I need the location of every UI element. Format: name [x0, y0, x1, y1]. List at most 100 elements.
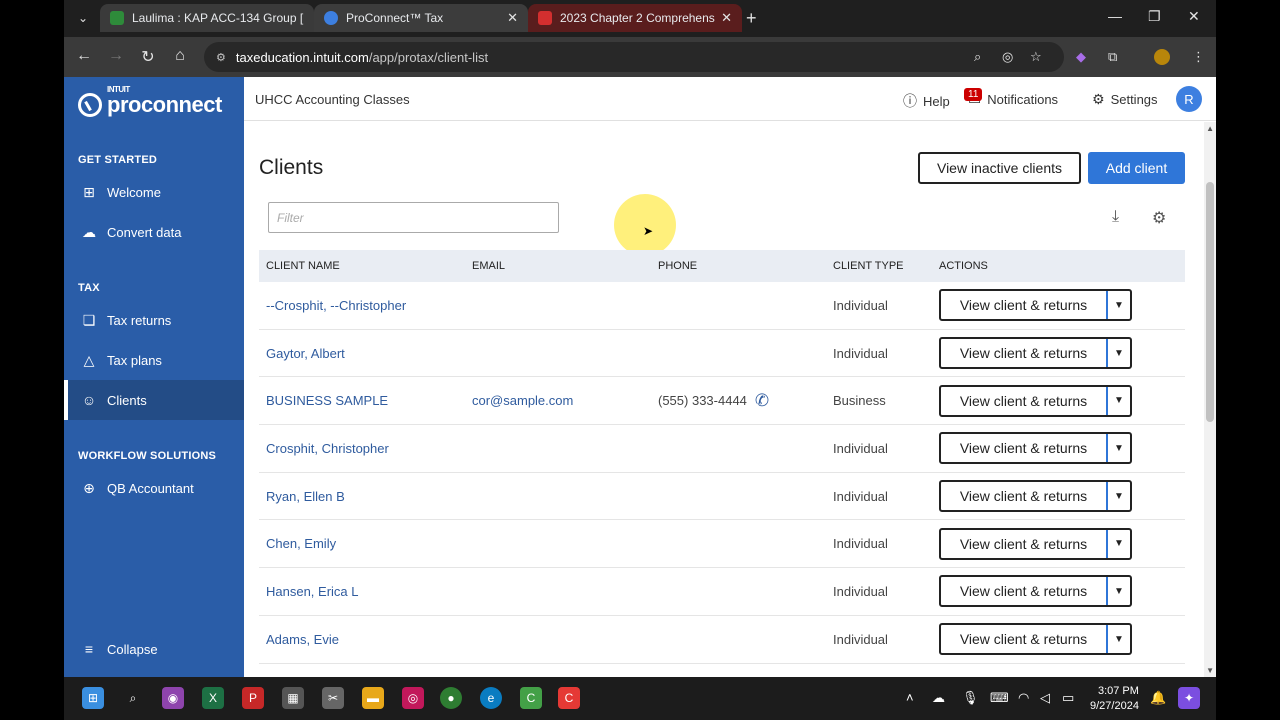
- restore-icon[interactable]: ❐: [1148, 8, 1161, 25]
- snipping-tool-icon[interactable]: ✂: [322, 687, 344, 709]
- copilot-icon[interactable]: ✦: [1178, 687, 1200, 709]
- user-avatar[interactable]: R: [1176, 86, 1202, 112]
- close-tab-icon[interactable]: ✕: [721, 10, 732, 26]
- column-header-phone[interactable]: PHONE: [651, 260, 826, 272]
- edge-icon[interactable]: e: [480, 687, 502, 709]
- start-icon[interactable]: ⊞: [82, 687, 104, 709]
- proconnect-logo[interactable]: INTUIT proconnect: [78, 86, 222, 117]
- column-header-email[interactable]: EMAIL: [465, 260, 651, 272]
- microphone-icon[interactable]: 🎙: [962, 690, 979, 706]
- camtasia-red-icon[interactable]: C: [558, 687, 580, 709]
- pdf-app-icon[interactable]: P: [242, 687, 264, 709]
- add-client-button[interactable]: Add client: [1088, 152, 1185, 184]
- table-row: Gaytor, Albert Individual View client & …: [259, 330, 1185, 378]
- help-button[interactable]: ⓘ Help: [903, 91, 950, 111]
- client-name-link[interactable]: --Crosphit, --Christopher: [266, 298, 406, 313]
- sidebar-item-convert-data[interactable]: ☁ Convert data: [64, 212, 244, 252]
- chevron-down-icon[interactable]: ▼: [1108, 577, 1130, 605]
- scroll-up-icon[interactable]: ▲: [1206, 124, 1214, 133]
- client-name-link[interactable]: BUSINESS SAMPLE: [266, 393, 388, 408]
- url-path: /app/protax/client-list: [368, 49, 489, 65]
- chevron-down-icon[interactable]: ▼: [1108, 387, 1130, 415]
- sidebar-item-welcome[interactable]: ⊞ Welcome: [64, 172, 244, 212]
- calculator-icon[interactable]: ▦: [282, 687, 304, 709]
- client-name-link[interactable]: Crosphit, Christopher: [266, 441, 389, 456]
- extension-tw-icon[interactable]: ◆: [1076, 49, 1086, 65]
- app-red-icon[interactable]: ◎: [402, 687, 424, 709]
- taskbar-clock[interactable]: 3:07 PM 9/27/2024: [1090, 684, 1139, 714]
- table-settings-gear-icon[interactable]: ⚙: [1152, 208, 1166, 228]
- chevron-down-icon[interactable]: ▼: [1108, 291, 1130, 319]
- more-menu-icon[interactable]: ⋮: [1192, 49, 1205, 65]
- filter-input[interactable]: [268, 202, 559, 233]
- wifi-icon[interactable]: ◠: [1018, 690, 1029, 706]
- chrome-icon[interactable]: ●: [440, 687, 462, 709]
- address-bar[interactable]: ⚙ taxeducation.intuit.com/app/protax/cli…: [204, 42, 1064, 72]
- tracking-protection-icon[interactable]: ◎: [1002, 49, 1013, 65]
- tab-search-icon[interactable]: ⌄: [72, 8, 94, 28]
- scroll-down-icon[interactable]: ▼: [1206, 666, 1214, 675]
- back-icon[interactable]: ←: [74, 47, 94, 65]
- keyboard-icon[interactable]: ⌨: [990, 690, 1009, 706]
- file-explorer-icon[interactable]: ▬: [362, 687, 384, 709]
- onedrive-icon[interactable]: ☁: [932, 690, 945, 706]
- clock-time: 3:07 PM: [1097, 685, 1139, 697]
- collapse-button[interactable]: ≡ Collapse: [64, 629, 244, 669]
- client-name-link[interactable]: Gaytor, Albert: [266, 346, 345, 361]
- close-window-icon[interactable]: ✕: [1188, 8, 1200, 25]
- browser-tab-laulima[interactable]: Laulima : KAP ACC-134 Group [: [100, 4, 314, 32]
- copilot-app-icon[interactable]: ◉: [162, 687, 184, 709]
- reload-icon[interactable]: ↻: [138, 47, 158, 67]
- scroll-thumb[interactable]: [1206, 182, 1214, 422]
- browser-tab-proconnect[interactable]: ProConnect™ Tax ✕: [314, 4, 528, 32]
- chevron-down-icon[interactable]: ▼: [1108, 530, 1130, 558]
- extensions-puzzle-icon[interactable]: ⧉: [1108, 49, 1117, 65]
- column-header-client-name[interactable]: CLIENT NAME: [259, 260, 465, 272]
- volume-icon[interactable]: ◁: [1040, 690, 1050, 706]
- client-name-link[interactable]: Chen, Emily: [266, 536, 336, 551]
- view-client-returns-button[interactable]: View client & returns: [941, 434, 1108, 463]
- excel-icon[interactable]: X: [202, 687, 224, 709]
- column-header-client-type[interactable]: CLIENT TYPE: [826, 260, 932, 272]
- view-client-returns-button[interactable]: View client & returns: [941, 482, 1108, 511]
- tray-chevron-icon[interactable]: ˄: [906, 690, 914, 705]
- browser-tab-pdf[interactable]: 2023 Chapter 2 Comprehensive ✕: [528, 4, 742, 32]
- client-name-link[interactable]: Adams, Evie: [266, 632, 339, 647]
- profile-avatar-icon[interactable]: [1154, 49, 1170, 65]
- search-icon[interactable]: ⌕: [122, 687, 144, 709]
- chevron-down-icon[interactable]: ▼: [1108, 339, 1130, 367]
- view-client-returns-button[interactable]: View client & returns: [941, 386, 1108, 415]
- bookmark-star-icon[interactable]: ☆: [1030, 49, 1042, 65]
- notification-bell-icon[interactable]: 🔔: [1150, 690, 1166, 706]
- sidebar-item-tax-plans[interactable]: △ Tax plans: [64, 340, 244, 380]
- camtasia-green-icon[interactable]: C: [520, 687, 542, 709]
- client-name-link[interactable]: Hansen, Erica L: [266, 584, 359, 599]
- sidebar-item-qb-accountant[interactable]: ⊕ QB Accountant: [64, 468, 244, 508]
- view-client-returns-button[interactable]: View client & returns: [941, 291, 1108, 320]
- close-tab-icon[interactable]: ✕: [507, 10, 518, 26]
- minimize-icon[interactable]: —: [1108, 8, 1122, 24]
- settings-button[interactable]: ⚙ Settings: [1092, 91, 1158, 108]
- chevron-down-icon[interactable]: ▼: [1108, 625, 1130, 653]
- new-tab-icon[interactable]: +: [746, 8, 757, 29]
- battery-icon[interactable]: ▭: [1062, 690, 1074, 706]
- view-client-returns-button[interactable]: View client & returns: [941, 577, 1108, 606]
- chevron-down-icon[interactable]: ▼: [1108, 482, 1130, 510]
- collapse-icon: ≡: [84, 641, 94, 657]
- phone-call-icon[interactable]: ✆: [755, 391, 769, 411]
- client-name-link[interactable]: Ryan, Ellen B: [266, 489, 345, 504]
- home-icon[interactable]: ⌂: [170, 47, 190, 65]
- zoom-icon[interactable]: ⌕: [974, 49, 981, 65]
- view-inactive-clients-button[interactable]: View inactive clients: [918, 152, 1081, 184]
- view-client-returns-button[interactable]: View client & returns: [941, 339, 1108, 368]
- chevron-down-icon[interactable]: ▼: [1108, 434, 1130, 462]
- sidebar-item-tax-returns[interactable]: ❏ Tax returns: [64, 300, 244, 340]
- site-info-icon[interactable]: ⚙: [216, 51, 226, 64]
- forward-icon[interactable]: →: [106, 47, 126, 65]
- sidebar-item-clients[interactable]: ☺ Clients: [64, 380, 244, 420]
- view-client-returns-button[interactable]: View client & returns: [941, 529, 1108, 558]
- download-icon[interactable]: ⤓: [1112, 208, 1119, 226]
- view-client-returns-button[interactable]: View client & returns: [941, 625, 1108, 654]
- page-scrollbar[interactable]: ▲ ▼: [1204, 122, 1216, 677]
- client-email-link[interactable]: cor@sample.com: [472, 393, 573, 408]
